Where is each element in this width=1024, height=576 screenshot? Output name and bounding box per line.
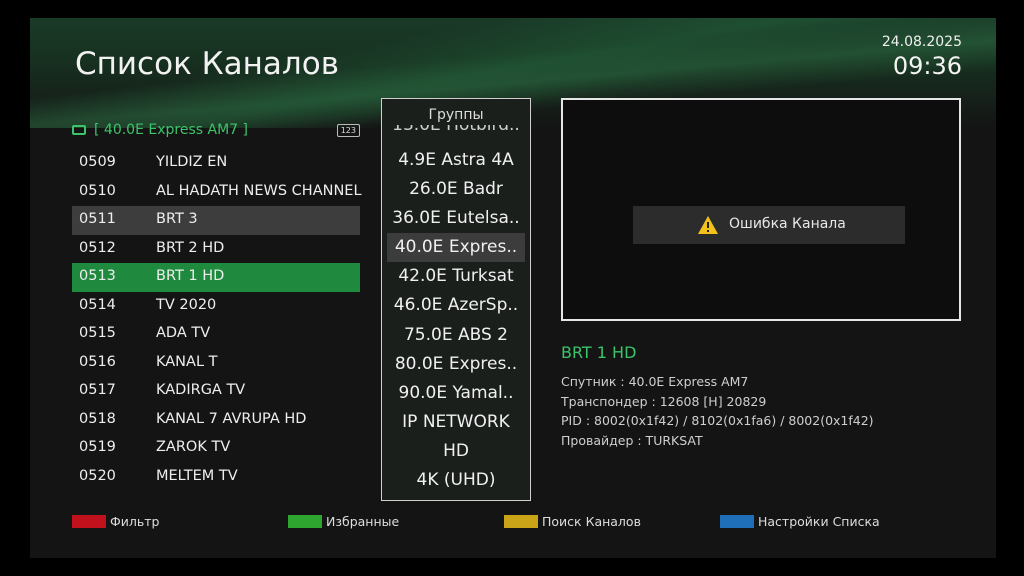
- group-item[interactable]: 90.0E Yamal..: [387, 379, 525, 408]
- tv-icon: [72, 125, 86, 135]
- group-item[interactable]: 4K (UHD): [387, 466, 525, 495]
- channel-number: 0514: [79, 296, 116, 313]
- red-key-label: Фильтр: [110, 514, 160, 529]
- error-text: Ошибка Канала: [729, 216, 846, 232]
- clock-display: 09:36: [892, 52, 962, 80]
- channel-row[interactable]: 0516 KANAL T: [72, 349, 360, 378]
- channel-number: 0516: [79, 353, 116, 370]
- groups-title: Группы: [428, 107, 484, 123]
- channel-number: 0517: [79, 382, 116, 398]
- channel-list: 0509 YILDIZ EN 0510 AL HADATH NEWS CHANNEL…: [72, 149, 362, 492]
- group-item[interactable]: HD: [387, 437, 525, 466]
- channel-row[interactable]: 0510 AL HADATH NEWS CHANNEL: [72, 178, 362, 207]
- group-item[interactable]: 46.0E AzerSp..: [387, 291, 525, 320]
- blue-key-label: Настройки Списка: [758, 514, 880, 529]
- channel-name: MELTEM TV: [156, 467, 238, 484]
- green-key-swatch: [288, 515, 322, 528]
- selected-channel-name: BRT 1 HD: [561, 343, 637, 362]
- channel-name: KANAL T: [156, 353, 218, 370]
- channel-row[interactable]: 0520 MELTEM TV: [72, 463, 360, 492]
- channel-number: 0520: [79, 467, 116, 484]
- channel-number: 0518: [79, 410, 116, 427]
- channel-row[interactable]: 0512 BRT 2 HD: [72, 235, 360, 264]
- channel-name: KADIRGA TV: [156, 382, 246, 398]
- yellow-key-label: Поиск Каналов: [542, 514, 641, 529]
- satellite-header[interactable]: [ 40.0E Express AM7 ] 123: [72, 122, 360, 140]
- channel-number: 0511: [79, 211, 116, 227]
- groups-panel: Группы 13.0E Hotbird.. 4.9E Astra 4A 26.…: [381, 98, 531, 501]
- transponder-info: Транспондер : 12608 [H] 20829: [561, 393, 767, 409]
- channel-row[interactable]: 0517 KADIRGA TV: [72, 377, 360, 406]
- channel-number: 0515: [79, 325, 116, 341]
- numeric-badge: 123: [336, 124, 360, 137]
- satellite-name: [ 40.0E Express AM7 ]: [94, 122, 248, 138]
- satellite-info: Спутник : 40.0E Express AM7: [561, 374, 749, 389]
- channel-name: KANAL 7 AVRUPA HD: [156, 410, 307, 427]
- group-list: 4.9E Astra 4A 26.0E Badr 36.0E Eutelsa..…: [387, 146, 525, 495]
- channel-row[interactable]: 0519 ZAROK TV: [72, 434, 360, 463]
- page-title: Список Каналов: [75, 46, 339, 82]
- provider-info: Провайдер : TURKSAT: [561, 432, 703, 448]
- group-item[interactable]: 26.0E Badr: [387, 175, 525, 204]
- channel-name: BRT 1 HD: [156, 268, 225, 284]
- group-item-label: 13.0E Hotbird..: [392, 125, 520, 135]
- group-item-selected[interactable]: 40.0E Expres..: [387, 233, 525, 263]
- channel-row[interactable]: 0514 TV 2020: [72, 292, 360, 321]
- channel-number: 0510: [79, 182, 116, 199]
- group-item[interactable]: IP NETWORK: [387, 408, 525, 437]
- video-preview: Ошибка Канала: [561, 98, 961, 321]
- channel-number: 0513: [79, 268, 116, 284]
- group-item[interactable]: 36.0E Eutelsa..: [387, 204, 525, 233]
- channel-name: TV 2020: [156, 296, 217, 313]
- yellow-key-swatch: [504, 515, 538, 528]
- channel-name: AL HADATH NEWS CHANNEL: [156, 182, 362, 199]
- channel-error-box: Ошибка Канала: [633, 206, 905, 244]
- group-item-partial[interactable]: 13.0E Hotbird..: [382, 125, 530, 137]
- group-item[interactable]: 75.0E ABS 2: [387, 321, 525, 350]
- channel-row[interactable]: 0515 ADA TV: [72, 320, 360, 349]
- group-item[interactable]: 42.0E Turksat: [387, 262, 525, 291]
- date-display: 24.08.2025: [881, 34, 962, 50]
- group-item[interactable]: 80.0E Expres..: [387, 350, 525, 379]
- blue-key-swatch: [720, 515, 754, 528]
- channel-number: 0519: [79, 439, 116, 455]
- group-item[interactable]: 4.9E Astra 4A: [387, 146, 525, 175]
- channel-number: 0509: [79, 154, 116, 170]
- pid-info: PID : 8002(0x1f42) / 8102(0x1fa6) / 8002…: [561, 413, 874, 428]
- channel-name: BRT 2 HD: [156, 239, 225, 256]
- green-key-label: Избранные: [326, 514, 400, 529]
- channel-row[interactable]: 0518 KANAL 7 AVRUPA HD: [72, 406, 360, 435]
- channel-number: 0512: [79, 239, 116, 256]
- channel-row-selected[interactable]: 0513 BRT 1 HD: [72, 263, 360, 292]
- channel-name: BRT 3: [156, 211, 198, 227]
- channel-row[interactable]: 0511 BRT 3: [72, 206, 360, 235]
- channel-name: ADA TV: [156, 325, 211, 341]
- red-key-swatch: [72, 515, 106, 528]
- screen: Список Каналов 24.08.2025 09:36 [ 40.0E …: [30, 18, 996, 558]
- channel-name: YILDIZ EN: [156, 154, 228, 170]
- channel-info: Спутник : 40.0E Express AM7 Транспондер …: [561, 372, 874, 450]
- channel-name: ZAROK TV: [156, 439, 231, 455]
- channel-row[interactable]: 0509 YILDIZ EN: [72, 149, 360, 178]
- warning-icon: [698, 216, 718, 234]
